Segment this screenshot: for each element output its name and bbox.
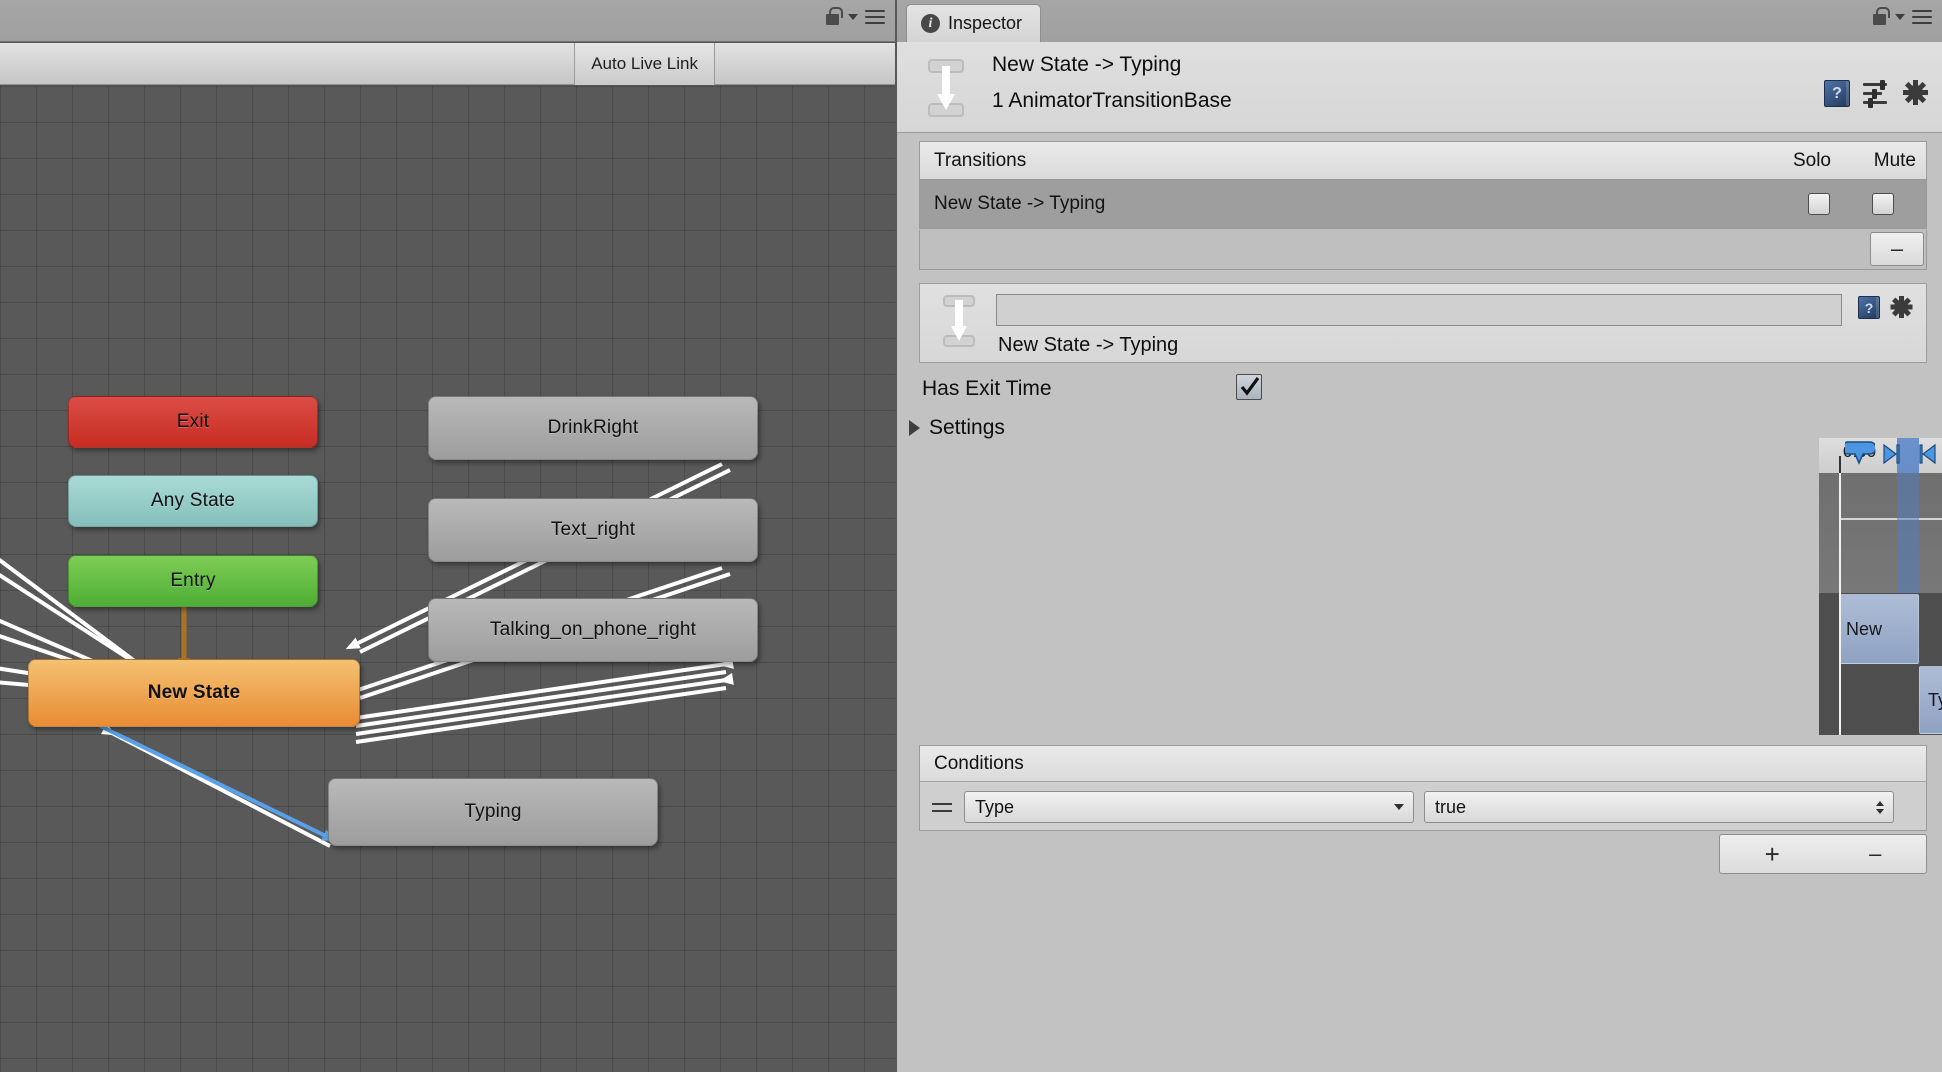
exit-time-marker[interactable] [1882, 443, 1900, 467]
condition-row: Type true [920, 783, 1926, 831]
chevron-down-icon [1394, 804, 1404, 810]
playhead-band[interactable] [1897, 438, 1919, 473]
gear-icon[interactable] [1903, 80, 1928, 105]
gear-icon[interactable] [1890, 296, 1912, 318]
mute-checkbox[interactable] [1872, 193, 1894, 215]
timeline-playhead-line [1839, 473, 1841, 735]
inspector-header: New State -> Typing 1 AnimatorTransition… [897, 42, 1942, 133]
state-node-entry[interactable]: Entry [68, 555, 318, 607]
state-node-label: Any State [150, 490, 236, 511]
inspector-window: i Inspector New State -> Typing 1 Animat… [897, 0, 1942, 1072]
transitions-list-header: Transitions Solo Mute [920, 142, 1926, 180]
animator-window: Auto Live Link Exit Any State Entry New … [0, 0, 895, 1072]
transitions-list: Transitions Solo Mute New State -> Typin… [919, 141, 1927, 229]
transition-detail-panel: New State -> Typing ? [919, 283, 1927, 363]
state-node-label: Exit [176, 411, 210, 432]
transition-detail-name: New State -> Typing [998, 334, 1179, 356]
checkmark-icon [1240, 377, 1260, 396]
tab-label: Inspector [948, 13, 1023, 33]
state-node-label: Entry [170, 570, 216, 591]
playhead-marker[interactable] [1845, 439, 1875, 469]
lock-icon[interactable] [1871, 7, 1890, 26]
chevron-down-icon[interactable] [1895, 13, 1905, 20]
condition-value-dropdown[interactable]: true [1424, 791, 1894, 823]
state-node-label: DrinkRight [547, 417, 639, 438]
transition-name-input[interactable] [996, 294, 1842, 326]
inspector-tabbar: i Inspector [897, 0, 1942, 42]
preset-sliders-icon[interactable] [1863, 80, 1890, 108]
transition-timeline[interactable]: 0:00 5:00 10:00 15:00 [1819, 438, 1942, 735]
triangle-right-icon[interactable] [909, 420, 920, 436]
mute-column-label: Mute [1873, 149, 1916, 171]
timeline-clip-label: New [1846, 618, 1883, 639]
timeline-blend-track[interactable] [1819, 473, 1942, 593]
transition-icon [940, 295, 978, 347]
has-exit-time-row: Has Exit Time [919, 372, 1927, 412]
state-node-text-right[interactable]: Text_right [428, 498, 758, 562]
conditions-footer-buttons: + – [1719, 834, 1927, 874]
animator-titlebar-controls [824, 6, 885, 28]
solo-checkbox[interactable] [1808, 193, 1830, 215]
help-book-icon[interactable]: ? [1824, 80, 1850, 107]
state-node-talking-on-phone-right[interactable]: Talking_on_phone_right [428, 598, 758, 662]
timeline-clip-label: Typing [1928, 689, 1942, 710]
help-book-icon[interactable]: ? [1858, 296, 1880, 319]
add-condition-button[interactable]: + [1765, 841, 1780, 867]
page-title: New State -> Typing [992, 53, 1182, 76]
has-exit-time-checkbox[interactable] [1236, 374, 1262, 400]
settings-foldout[interactable]: Settings [909, 410, 1005, 446]
timeline-clip-destination[interactable]: Typing [1919, 666, 1942, 734]
settings-label: Settings [929, 416, 1005, 439]
timeline-clip-source[interactable]: New [1839, 594, 1919, 664]
state-node-typing[interactable]: Typing [328, 778, 658, 846]
lock-icon[interactable] [824, 7, 843, 26]
info-icon: i [921, 14, 940, 33]
transition-list-row[interactable]: New State -> Typing [920, 180, 1926, 228]
state-node-label: Typing [464, 801, 522, 822]
state-node-label: New State [147, 682, 241, 703]
transitions-section-label: Transitions [934, 149, 1027, 171]
transition-row-label: New State -> Typing [934, 193, 1106, 214]
conditions-panel: Conditions Type true [919, 745, 1927, 831]
state-node-label: Text_right [550, 519, 636, 540]
state-node-drinkright[interactable]: DrinkRight [428, 396, 758, 460]
conditions-section-label: Conditions [934, 752, 1024, 774]
transition-detail-icons: ? [1858, 296, 1912, 319]
tab-inspector[interactable]: i Inspector [906, 4, 1042, 42]
chevron-down-icon[interactable] [848, 13, 858, 20]
equals-operator-icon [932, 801, 952, 814]
transitions-list-footer: – [919, 230, 1927, 270]
page-subtitle: 1 AnimatorTransitionBase [992, 89, 1232, 112]
transition-region-band [1897, 473, 1919, 593]
stepper-arrows-icon [1876, 800, 1884, 814]
has-exit-time-label: Has Exit Time [922, 377, 1052, 400]
condition-parameter-value: Type [975, 796, 1015, 817]
auto-live-link-button[interactable]: Auto Live Link [574, 43, 715, 85]
inspector-header-icons: ? [1824, 80, 1928, 108]
blend-curve-line [1839, 518, 1942, 520]
state-node-new-state[interactable]: New State [28, 659, 360, 727]
condition-value: true [1435, 796, 1467, 817]
hamburger-menu-icon[interactable] [1912, 6, 1932, 28]
condition-parameter-dropdown[interactable]: Type [964, 791, 1414, 823]
conditions-header: Conditions [920, 746, 1926, 782]
state-node-exit[interactable]: Exit [68, 396, 318, 448]
transition-arrow-glyph [951, 300, 967, 341]
transition-icon [924, 59, 968, 117]
solo-column-label: Solo [1792, 149, 1831, 171]
timeline-ruler[interactable]: 0:00 5:00 10:00 15:00 [1819, 438, 1942, 473]
animator-graph-canvas[interactable]: Exit Any State Entry New State DrinkRigh… [0, 86, 895, 1072]
duration-marker[interactable] [1919, 443, 1937, 467]
remove-condition-button[interactable]: – [1869, 843, 1881, 865]
inspector-tabbar-controls [1871, 6, 1932, 28]
remove-transition-button[interactable]: – [1870, 232, 1924, 266]
animator-titlebar [0, 0, 895, 42]
hamburger-menu-icon[interactable] [865, 6, 885, 28]
state-node-any-state[interactable]: Any State [68, 475, 318, 527]
state-node-label: Talking_on_phone_right [489, 619, 697, 640]
transition-arrow-glyph [937, 66, 955, 110]
animator-toolbar: Auto Live Link [0, 43, 895, 85]
